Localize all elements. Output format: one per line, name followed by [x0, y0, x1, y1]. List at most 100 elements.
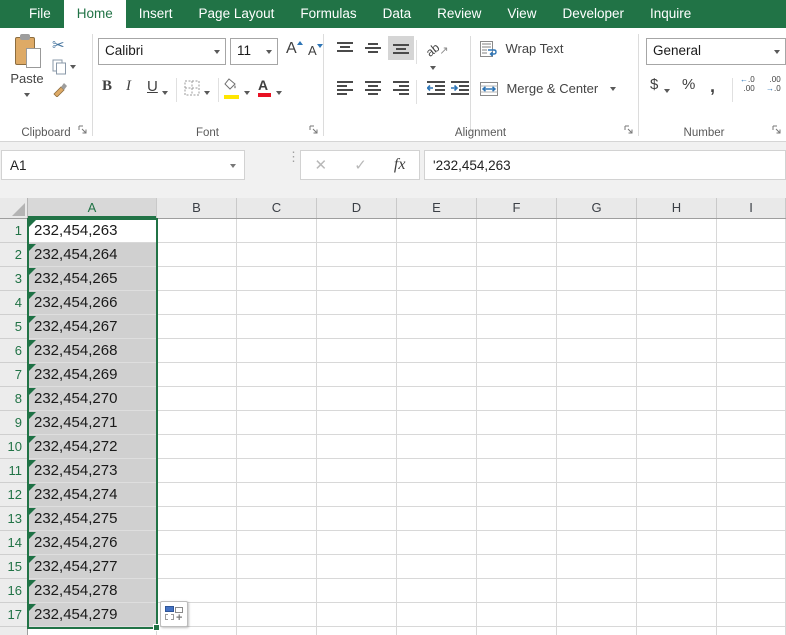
column-header-B[interactable]: B	[157, 198, 237, 218]
shrink-font-button[interactable]: A	[308, 43, 323, 58]
cell-C12[interactable]	[237, 483, 317, 507]
cell-E15[interactable]	[397, 555, 477, 579]
cell-I12[interactable]	[717, 483, 786, 507]
paste-dropdown-icon[interactable]	[24, 93, 30, 97]
cell-B18[interactable]	[157, 627, 237, 635]
cell-C16[interactable]	[237, 579, 317, 603]
cell-F13[interactable]	[477, 507, 557, 531]
cell-C10[interactable]	[237, 435, 317, 459]
align-center-button[interactable]	[360, 76, 386, 100]
cell-B9[interactable]	[157, 411, 237, 435]
cell-H16[interactable]	[637, 579, 717, 603]
tab-home[interactable]: Home	[64, 0, 126, 28]
cell-A13[interactable]: 232,454,275	[28, 507, 157, 531]
cell-H15[interactable]	[637, 555, 717, 579]
cell-I4[interactable]	[717, 291, 786, 315]
cell-A2[interactable]: 232,454,264	[28, 243, 157, 267]
top-align-button[interactable]	[332, 36, 358, 60]
insert-function-icon[interactable]: fx	[394, 156, 406, 174]
format-painter-button[interactable]	[52, 78, 90, 100]
cell-I2[interactable]	[717, 243, 786, 267]
row-header-15[interactable]: 15	[0, 555, 28, 579]
cell-B3[interactable]	[157, 267, 237, 291]
cell-C4[interactable]	[237, 291, 317, 315]
row-header-8[interactable]: 8	[0, 387, 28, 411]
cell-G5[interactable]	[557, 315, 637, 339]
cell-E13[interactable]	[397, 507, 477, 531]
cell-D13[interactable]	[317, 507, 397, 531]
cell-B14[interactable]	[157, 531, 237, 555]
cell-C8[interactable]	[237, 387, 317, 411]
cell-H6[interactable]	[637, 339, 717, 363]
row-header-12[interactable]: 12	[0, 483, 28, 507]
cell-A11[interactable]: 232,454,273	[28, 459, 157, 483]
cell-I17[interactable]	[717, 603, 786, 627]
align-left-button[interactable]	[332, 76, 358, 100]
font-name-dropdown-icon[interactable]	[214, 50, 220, 54]
row-header-17[interactable]: 17	[0, 603, 28, 627]
row-header-4[interactable]: 4	[0, 291, 28, 315]
tab-formulas[interactable]: Formulas	[287, 0, 369, 28]
cell-E17[interactable]	[397, 603, 477, 627]
cell-H12[interactable]	[637, 483, 717, 507]
cell-I16[interactable]	[717, 579, 786, 603]
cell-F2[interactable]	[477, 243, 557, 267]
cell-A6[interactable]: 232,454,268	[28, 339, 157, 363]
row-header-11[interactable]: 11	[0, 459, 28, 483]
cell-I1[interactable]	[717, 219, 786, 243]
row-header-2[interactable]: 2	[0, 243, 28, 267]
bottom-align-button[interactable]	[388, 36, 414, 60]
cell-F16[interactable]	[477, 579, 557, 603]
cell-A3[interactable]: 232,454,265	[28, 267, 157, 291]
cell-A5[interactable]: 232,454,267	[28, 315, 157, 339]
cell-D12[interactable]	[317, 483, 397, 507]
cell-A4[interactable]: 232,454,266	[28, 291, 157, 315]
cell-A12[interactable]: 232,454,274	[28, 483, 157, 507]
grow-font-button[interactable]: A	[286, 40, 303, 58]
cell-A9[interactable]: 232,454,271	[28, 411, 157, 435]
tab-inquire[interactable]: Inquire	[637, 0, 704, 28]
merge-center-button[interactable]: Merge & Center	[480, 80, 616, 98]
cell-E3[interactable]	[397, 267, 477, 291]
italic-button[interactable]: I	[126, 78, 131, 95]
cell-G17[interactable]	[557, 603, 637, 627]
cell-D8[interactable]	[317, 387, 397, 411]
wrap-text-button[interactable]: Wrap Text	[480, 40, 564, 58]
underline-dropdown-icon[interactable]	[162, 84, 168, 101]
tab-review[interactable]: Review	[424, 0, 494, 28]
cell-I14[interactable]	[717, 531, 786, 555]
cell-B16[interactable]	[157, 579, 237, 603]
orientation-button[interactable]: ab↗	[421, 36, 457, 60]
cell-H18[interactable]	[637, 627, 717, 635]
row-header-14[interactable]: 14	[0, 531, 28, 555]
cell-E2[interactable]	[397, 243, 477, 267]
cell-H13[interactable]	[637, 507, 717, 531]
font-dialog-launcher-icon[interactable]	[309, 125, 320, 136]
cell-F11[interactable]	[477, 459, 557, 483]
cell-C11[interactable]	[237, 459, 317, 483]
fill-color-button[interactable]	[224, 78, 240, 95]
cell-F3[interactable]	[477, 267, 557, 291]
cell-G14[interactable]	[557, 531, 637, 555]
cell-I6[interactable]	[717, 339, 786, 363]
cell-A16[interactable]: 232,454,278	[28, 579, 157, 603]
cut-button[interactable]: ✂	[52, 34, 90, 56]
cell-D1[interactable]	[317, 219, 397, 243]
cell-G1[interactable]	[557, 219, 637, 243]
cell-B12[interactable]	[157, 483, 237, 507]
cell-G11[interactable]	[557, 459, 637, 483]
cell-D5[interactable]	[317, 315, 397, 339]
column-header-D[interactable]: D	[317, 198, 397, 218]
formula-input[interactable]: '232,454,263	[424, 150, 786, 180]
cell-H1[interactable]	[637, 219, 717, 243]
cell-E12[interactable]	[397, 483, 477, 507]
cell-G12[interactable]	[557, 483, 637, 507]
row-header-6[interactable]: 6	[0, 339, 28, 363]
underline-button[interactable]: U	[147, 78, 158, 95]
bold-button[interactable]: B	[102, 78, 112, 95]
cell-H11[interactable]	[637, 459, 717, 483]
column-header-F[interactable]: F	[477, 198, 557, 218]
cell-F1[interactable]	[477, 219, 557, 243]
cell-F9[interactable]	[477, 411, 557, 435]
decrease-decimal-button[interactable]: .00 →.0	[766, 75, 781, 93]
